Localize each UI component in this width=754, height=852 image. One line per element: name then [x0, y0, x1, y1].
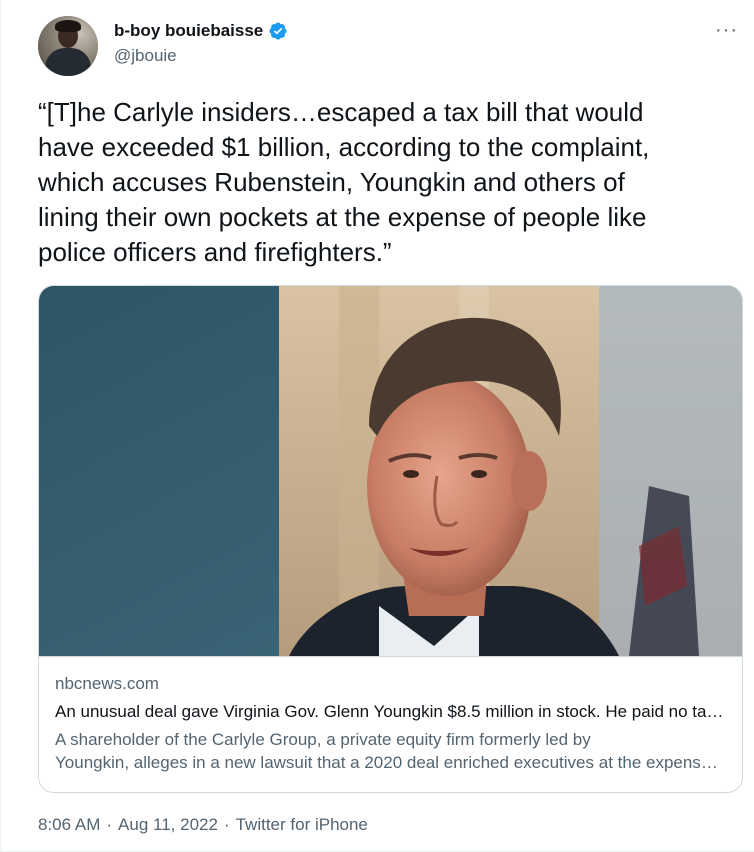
- card-description-line-1: A shareholder of the Carlyle Group, a pr…: [55, 730, 591, 749]
- left-divider: [0, 0, 1, 852]
- card-divider: [39, 656, 742, 657]
- tweet-source[interactable]: Twitter for iPhone: [236, 815, 368, 835]
- verified-badge-icon: [268, 21, 288, 41]
- meta-separator: ·: [106, 815, 113, 834]
- card-title: An unusual deal gave Virginia Gov. Glenn…: [55, 702, 727, 721]
- tweet-date[interactable]: Aug 11, 2022: [118, 815, 218, 835]
- author-handle[interactable]: @jbouie: [114, 46, 288, 66]
- more-icon[interactable]: ···: [715, 20, 738, 40]
- tweet-time[interactable]: 8:06 AM: [38, 815, 100, 835]
- author-avatar[interactable]: [38, 16, 98, 76]
- author-display-name[interactable]: b-boy bouiebaisse: [114, 21, 263, 41]
- link-card[interactable]: nbcnews.com An unusual deal gave Virgini…: [38, 285, 743, 793]
- tweet-text: “[T]he Carlyle insiders…escaped a tax bi…: [38, 97, 650, 267]
- card-description-line-2: Youngkin, alleges in a new lawsuit that …: [55, 753, 727, 772]
- card-description: A shareholder of the Carlyle Group, a pr…: [55, 728, 727, 774]
- display-name-row: b-boy bouiebaisse: [114, 21, 288, 41]
- tweet-header: b-boy bouiebaisse @jbouie ···: [38, 16, 738, 76]
- card-domain: nbcnews.com: [55, 674, 159, 693]
- meta-separator: ·: [223, 815, 230, 834]
- tweet-meta: 8:06 AM · Aug 11, 2022 · Twitter for iPh…: [38, 815, 368, 835]
- author-names: b-boy bouiebaisse @jbouie: [114, 21, 288, 66]
- news-photo: [39, 286, 742, 656]
- card-body: nbcnews.com An unusual deal gave Virgini…: [55, 674, 727, 774]
